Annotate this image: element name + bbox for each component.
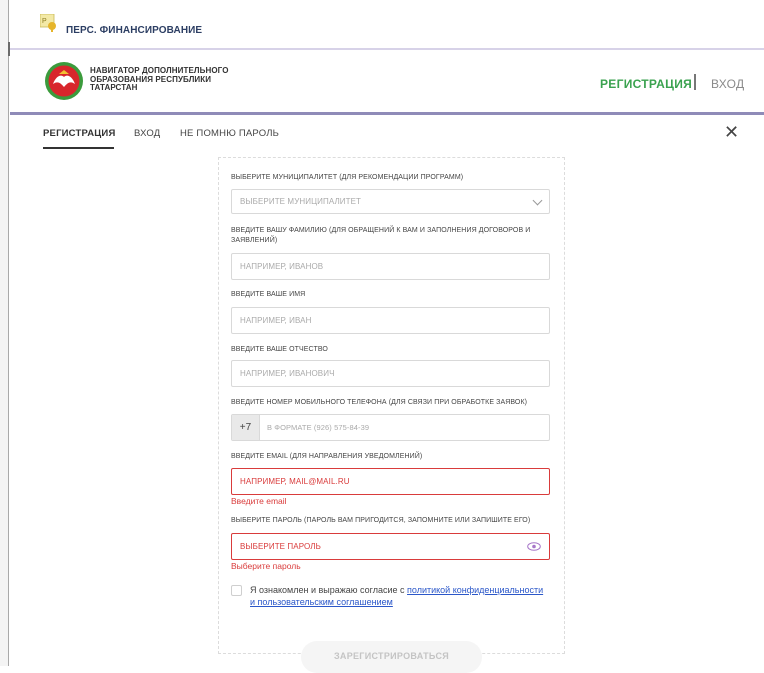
lastname-placeholder: НАПРИМЕР, ИВАНОВ: [240, 262, 324, 271]
password-placeholder: ВЫБЕРИТЕ ПАРОЛЬ: [240, 542, 321, 551]
tab-login[interactable]: ВХОД: [134, 128, 160, 139]
consent-checkbox[interactable]: [231, 585, 242, 596]
show-password-eye-icon[interactable]: [527, 542, 541, 551]
password-label: ВЫБЕРИТЕ ПАРОЛЬ (ПАРОЛЬ ВАМ ПРИГОДИТСЯ, …: [231, 517, 531, 524]
consent-text-prefix: Я ознакомлен и выражаю согласие с: [250, 585, 408, 595]
email-input[interactable]: НАПРИМЕР, MAIL@MAIL.RU: [231, 468, 550, 495]
tab-registration[interactable]: РЕГИСТРАЦИЯ: [43, 128, 115, 139]
phone-country-code: +7: [232, 415, 260, 440]
patronymic-placeholder: НАПРИМЕР, ИВАНОВИЧ: [240, 369, 335, 378]
email-label: ВВЕДИТЕ EMAIL (ДЛЯ НАПРАВЛЕНИЯ УВЕДОМЛЕН…: [231, 453, 423, 460]
municipality-label: ВЫБЕРИТЕ МУНИЦИПАЛИТЕТ (ДЛЯ РЕКОМЕНДАЦИИ…: [231, 174, 464, 181]
firstname-label: ВВЕДИТЕ ВАШЕ ИМЯ: [231, 291, 306, 298]
password-error-message: Выберите пароль: [231, 561, 301, 571]
municipality-placeholder: ВЫБЕРИТЕ МУНИЦИПАЛИТЕТ: [240, 197, 362, 206]
consent-text: Я ознакомлен и выражаю согласие с полити…: [250, 584, 550, 608]
chevron-down-icon: [532, 195, 543, 206]
site-title[interactable]: НАВИГАТОР ДОПОЛНИТЕЛЬНОГО ОБРАЗОВАНИЯ РЕ…: [90, 66, 229, 93]
header-register-link[interactable]: РЕГИСТРАЦИЯ: [600, 77, 692, 91]
phone-input[interactable]: +7 В ФОРМАТЕ (926) 575-84-39: [231, 414, 550, 441]
tatarstan-emblem-logo[interactable]: [44, 61, 84, 101]
header-divider: [10, 112, 764, 115]
password-input[interactable]: ВЫБЕРИТЕ ПАРОЛЬ: [231, 533, 550, 560]
personal-funding-link[interactable]: ПЕРС. ФИНАНСИРОВАНИЕ: [66, 25, 202, 36]
tab-forgot-password[interactable]: НЕ ПОМНЮ ПАРОЛЬ: [180, 128, 279, 139]
patronymic-input[interactable]: НАПРИМЕР, ИВАНОВИЧ: [231, 360, 550, 387]
site-header: НАВИГАТОР ДОПОЛНИТЕЛЬНОГО ОБРАЗОВАНИЯ РЕ…: [10, 50, 764, 112]
municipality-select[interactable]: ВЫБЕРИТЕ МУНИЦИПАЛИТЕТ: [231, 189, 550, 214]
register-submit-button[interactable]: ЗАРЕГИСТРИРОВАТЬСЯ: [301, 641, 482, 673]
close-icon[interactable]: ✕: [724, 122, 739, 143]
firstname-placeholder: НАПРИМЕР, ИВАН: [240, 316, 312, 325]
svg-text:P: P: [42, 18, 47, 25]
email-error-message: Введите email: [231, 496, 287, 506]
lastname-label: ВВЕДИТЕ ВАШУ ФАМИЛИЮ (ДЛЯ ОБРАЩЕНИЙ К ВА…: [231, 227, 531, 244]
firstname-input[interactable]: НАПРИМЕР, ИВАН: [231, 307, 550, 334]
site-title-line-3: ТАТАРСТАН: [90, 83, 138, 92]
lastname-input[interactable]: НАПРИМЕР, ИВАНОВ: [231, 253, 550, 280]
window-frame-edge: [0, 0, 9, 666]
phone-placeholder: В ФОРМАТЕ (926) 575-84-39: [267, 423, 370, 432]
active-tab-indicator: [43, 147, 114, 149]
phone-label: ВВЕДИТЕ НОМЕР МОБИЛЬНОГО ТЕЛЕФОНА (ДЛЯ С…: [231, 399, 528, 406]
header-login-link[interactable]: ВХОД: [711, 77, 744, 91]
patronymic-label: ВВЕДИТЕ ВАШЕ ОТЧЕСТВО: [231, 346, 328, 353]
email-placeholder: НАПРИМЕР, MAIL@MAIL.RU: [240, 477, 350, 486]
personal-funding-icon: P: [40, 14, 56, 32]
header-link-separator: [694, 74, 696, 90]
top-bar: P ПЕРС. ФИНАНСИРОВАНИЕ: [10, 12, 764, 42]
